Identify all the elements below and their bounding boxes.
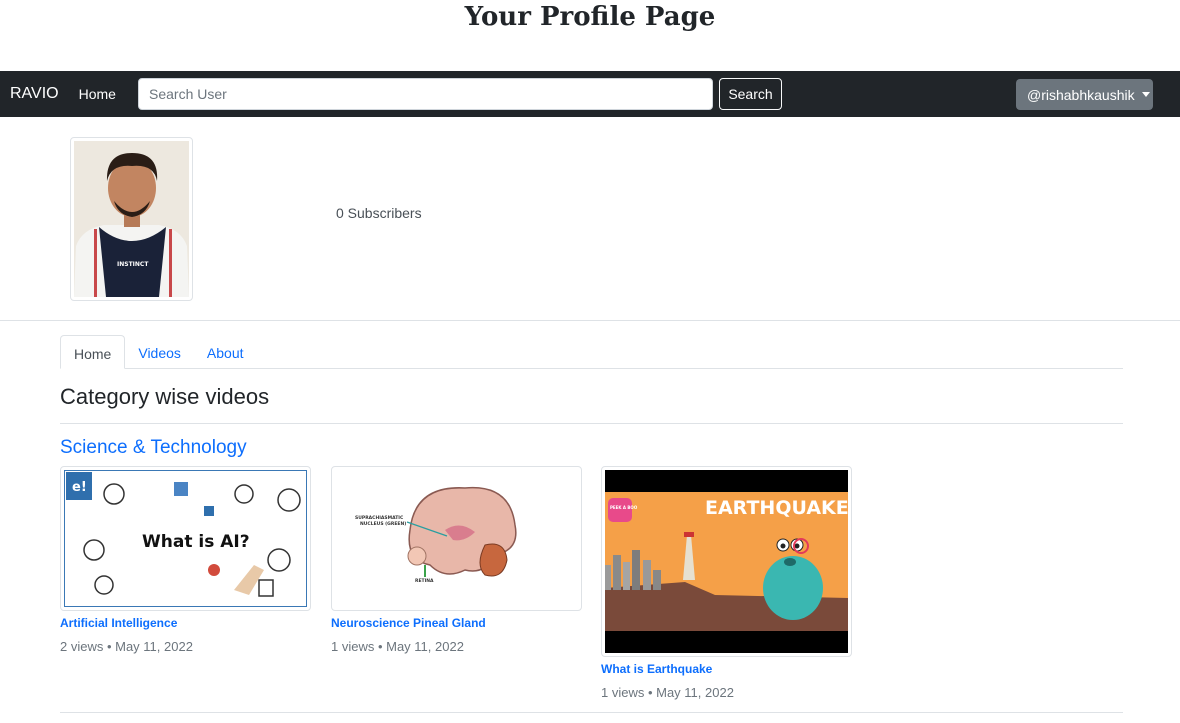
video-thumbnail[interactable]: SUPRACHIASMATIC NUCLEUS (GREEN) RETINA	[331, 466, 582, 611]
search-button[interactable]: Search	[719, 78, 782, 110]
video-card[interactable]: PEEK A BOO EARTHQUAKE What is Earthquake…	[601, 466, 852, 700]
nav-home-link[interactable]: Home	[79, 86, 116, 102]
avatar-shirt-text: INSTINCT	[117, 261, 149, 268]
video-title[interactable]: Artificial Intelligence	[60, 616, 311, 630]
navbar: RAVIO Home Search @rishabhkaushik	[0, 71, 1180, 117]
earthquake-thumbnail-image: PEEK A BOO EARTHQUAKE	[605, 470, 849, 653]
search-input[interactable]	[138, 78, 713, 110]
video-meta: 1 views • May 11, 2022	[331, 639, 464, 654]
video-meta: 1 views • May 11, 2022	[601, 685, 734, 700]
video-title[interactable]: Neuroscience Pineal Gland	[331, 616, 582, 630]
video-thumbnail[interactable]: PEEK A BOO EARTHQUAKE	[601, 466, 852, 657]
video-title[interactable]: What is Earthquake	[601, 662, 852, 676]
section-divider	[60, 423, 1123, 424]
profile-divider	[0, 320, 1180, 321]
profile-tabs: Home Videos About	[60, 335, 1123, 369]
brain-thumbnail-image: SUPRACHIASMATIC NUCLEUS (GREEN) RETINA	[335, 470, 580, 607]
category-title[interactable]: Science & Technology	[60, 437, 247, 459]
tab-about[interactable]: About	[194, 335, 257, 369]
earthquake-badge: PEEK A BOO	[610, 505, 638, 510]
brand-logo[interactable]: RAVIO	[10, 85, 59, 103]
video-thumbnail[interactable]: e! What is AI?	[60, 466, 311, 611]
video-meta: 2 views • May 11, 2022	[60, 639, 193, 654]
avatar: INSTINCT	[70, 137, 193, 301]
brain-label-suprachiasmatic: SUPRACHIASMATIC	[355, 515, 404, 521]
page-title: Your Profile Page	[464, 2, 716, 32]
section-heading: Category wise videos	[60, 384, 270, 409]
ai-thumbnail-badge: e!	[72, 480, 87, 495]
ai-thumbnail-text: What is AI?	[142, 532, 250, 552]
avatar-photo: INSTINCT	[74, 141, 189, 297]
user-dropdown-button[interactable]: @rishabhkaushik	[1016, 79, 1153, 110]
tab-home[interactable]: Home	[60, 335, 126, 369]
earthquake-thumbnail-text: EARTHQUAKE	[705, 497, 848, 519]
caret-down-icon	[1141, 92, 1150, 97]
bottom-divider	[60, 712, 1123, 713]
video-card[interactable]: e! What is AI? Artificial Intelligence 2…	[60, 466, 311, 654]
tab-videos[interactable]: Videos	[125, 335, 194, 369]
brain-label-retina: RETINA	[415, 578, 434, 584]
brain-label-nucleus: NUCLEUS (GREEN)	[360, 521, 406, 527]
user-handle: @rishabhkaushik	[1027, 86, 1135, 103]
video-card[interactable]: SUPRACHIASMATIC NUCLEUS (GREEN) RETINA N…	[331, 466, 582, 654]
subscriber-count: 0 Subscribers	[336, 205, 422, 221]
ai-thumbnail-image: e! What is AI?	[63, 469, 308, 608]
